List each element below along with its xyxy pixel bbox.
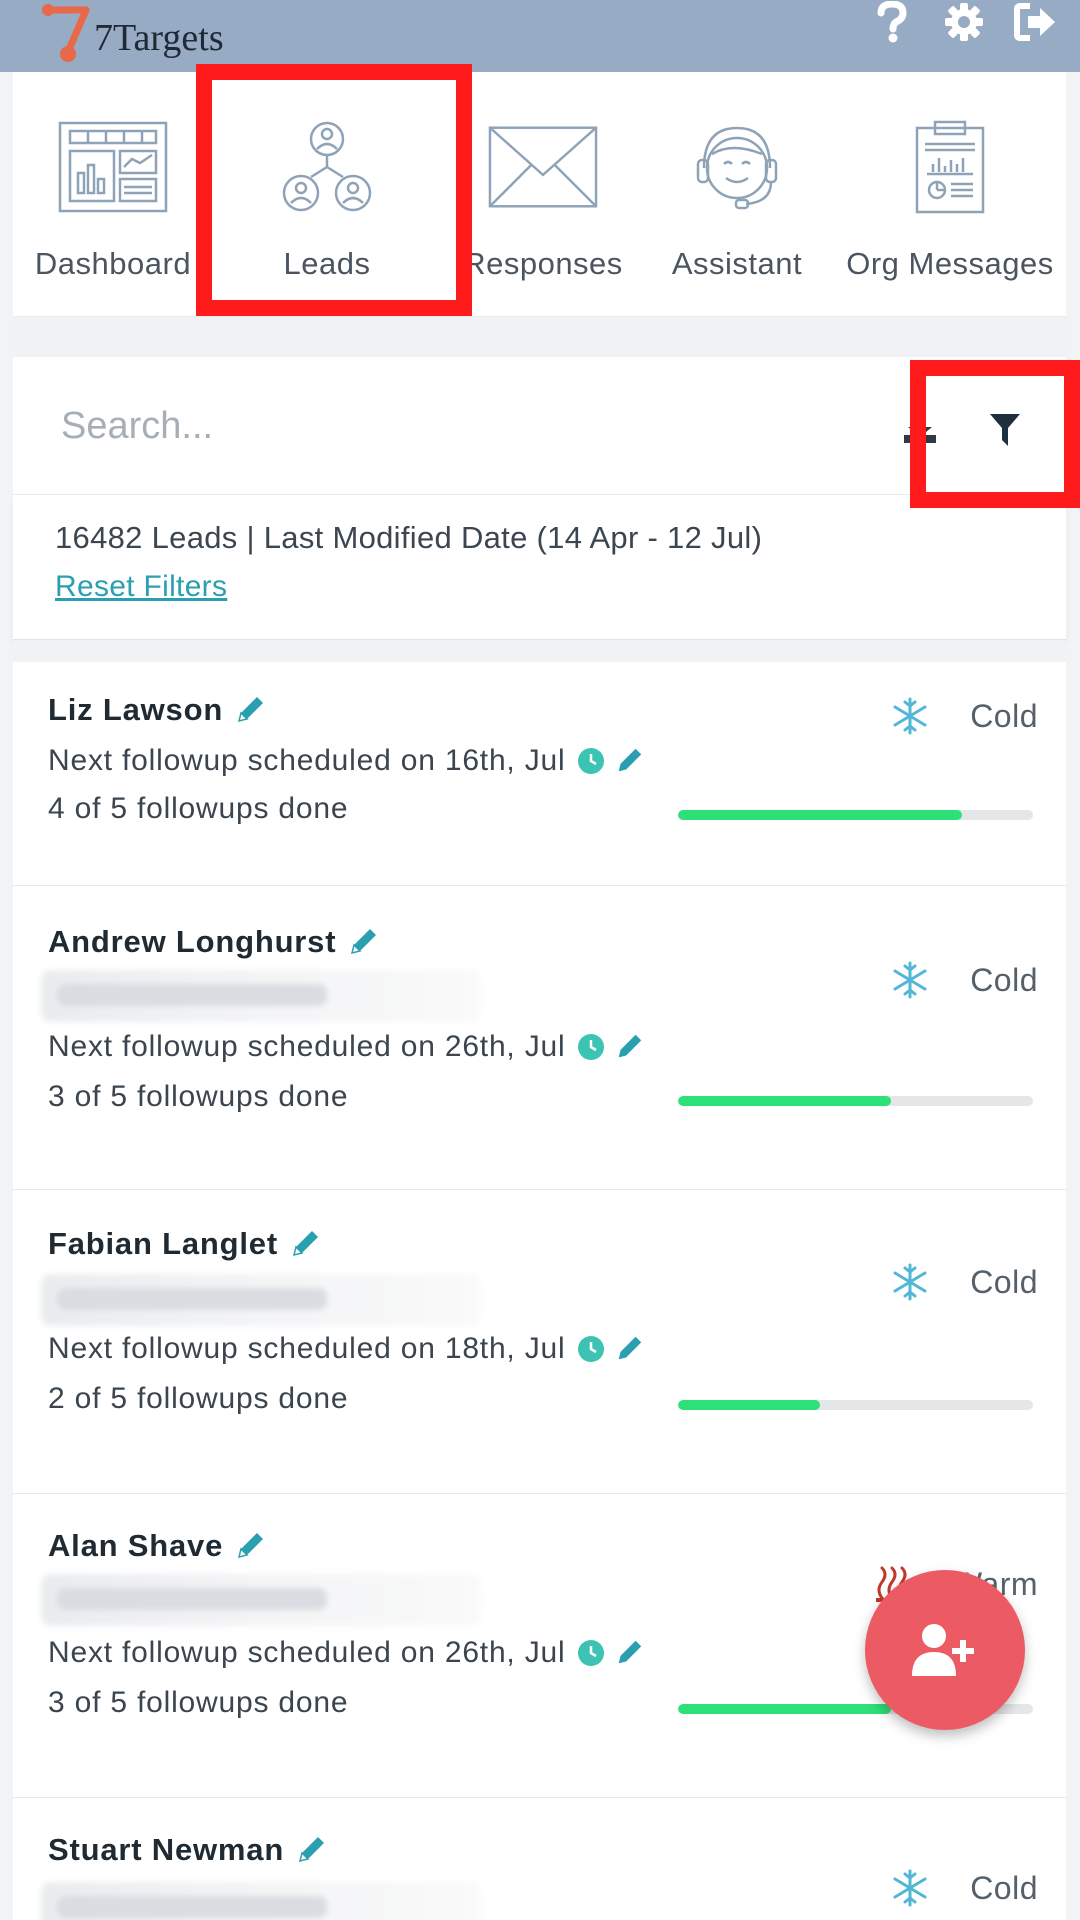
edit-pencil-icon[interactable]	[233, 1529, 267, 1563]
snowflake-icon	[893, 1263, 927, 1301]
nav-label-dashboard: Dashboard	[34, 246, 192, 281]
phone-number-blurred	[41, 970, 481, 1022]
section-gap-2	[13, 640, 1066, 662]
section-gap	[13, 317, 1066, 357]
edit-followup-icon[interactable]	[613, 1333, 645, 1365]
headset-assistant-icon	[696, 126, 778, 210]
followups-done: 3 of 5 followups done	[48, 1080, 349, 1113]
app-name: 7Targets	[94, 17, 224, 59]
edit-pencil-icon[interactable]	[288, 1227, 322, 1261]
progress-fill	[678, 1704, 891, 1714]
lead-list: Liz Lawson Cold Next followup scheduled …	[13, 662, 1066, 1920]
snowflake-icon	[893, 697, 927, 735]
nav-label-org-messages: Org Messages	[846, 246, 1054, 281]
search-input[interactable]	[61, 395, 841, 457]
progress-fill	[678, 1096, 891, 1106]
lead-row[interactable]: Liz Lawson Cold Next followup scheduled …	[13, 662, 1066, 886]
lead-status: Cold	[970, 1263, 1038, 1300]
phone-number-blurred	[41, 1274, 481, 1326]
edit-followup-icon[interactable]	[613, 1637, 645, 1669]
highlight-box-leads	[196, 64, 472, 316]
snowflake-icon	[893, 961, 927, 999]
lead-name: Alan Shave	[48, 1528, 224, 1563]
add-lead-button[interactable]	[865, 1570, 1025, 1730]
clock-icon	[578, 1336, 605, 1362]
lead-row[interactable]: Andrew Longhurst Cold Next followup sche…	[13, 886, 1066, 1190]
clock-icon	[578, 748, 605, 774]
lead-count-summary: 16482 Leads | Last Modified Date (14 Apr…	[55, 520, 763, 555]
help-icon[interactable]	[870, 0, 914, 44]
edit-followup-icon[interactable]	[613, 1031, 645, 1063]
clipboard-report-icon	[915, 120, 985, 214]
followups-done: 3 of 5 followups done	[48, 1686, 349, 1719]
highlight-box-filter	[910, 360, 1080, 508]
followup-text: Next followup scheduled on 26th, Jul	[48, 1030, 566, 1063]
lead-status: Cold	[970, 1869, 1038, 1906]
phone-number-blurred	[41, 1574, 481, 1626]
lead-name: Fabian Langlet	[48, 1226, 278, 1261]
edit-followup-icon[interactable]	[613, 745, 645, 777]
clock-icon	[578, 1034, 605, 1060]
progress-fill	[678, 1400, 820, 1410]
lead-summary: 16482 Leads | Last Modified Date (14 Apr…	[13, 498, 1066, 640]
followup-text: Next followup scheduled on 18th, Jul	[48, 1332, 566, 1365]
search-bar	[13, 357, 1066, 495]
lead-status: Cold	[970, 961, 1038, 998]
lead-name: Stuart Newman	[48, 1832, 285, 1867]
lead-name: Andrew Longhurst	[48, 924, 337, 959]
edit-pencil-icon[interactable]	[294, 1833, 328, 1867]
frame-right	[1066, 72, 1080, 1920]
reset-filters-link[interactable]: Reset Filters	[55, 570, 227, 604]
followup-text: Next followup scheduled on 16th, Jul	[48, 744, 566, 777]
clock-icon	[578, 1640, 605, 1666]
followup-progress-bar	[678, 1096, 1033, 1106]
lead-name: Liz Lawson	[48, 692, 224, 727]
dashboard-icon	[58, 121, 168, 213]
nav-item-dashboard[interactable]: Dashboard	[3, 112, 223, 312]
logout-icon[interactable]	[1014, 0, 1058, 44]
main-nav: Dashboard Leads Responses Assistant Org …	[13, 72, 1066, 317]
gear-icon[interactable]	[942, 0, 986, 44]
followup-progress-bar	[678, 810, 1033, 820]
followups-done: 2 of 5 followups done	[48, 1382, 349, 1415]
lead-status: Cold	[970, 697, 1038, 734]
edit-pencil-icon[interactable]	[346, 925, 380, 959]
envelope-icon	[488, 126, 598, 208]
followup-progress-bar	[678, 1400, 1033, 1410]
app-logo[interactable]: 7Targets	[40, 0, 224, 70]
progress-fill	[678, 810, 962, 820]
add-user-icon	[912, 1624, 974, 1676]
phone-number-blurred	[41, 1882, 481, 1920]
nav-item-assistant[interactable]: Assistant	[627, 112, 847, 312]
nav-item-org-messages[interactable]: Org Messages	[840, 112, 1060, 312]
lead-row[interactable]: Stuart Newman Cold	[13, 1798, 1066, 1920]
edit-pencil-icon[interactable]	[233, 693, 267, 727]
top-bar: 7Targets	[0, 0, 1080, 72]
nav-label-assistant: Assistant	[671, 246, 803, 281]
frame-left	[0, 72, 13, 1920]
followups-done: 4 of 5 followups done	[48, 792, 349, 825]
followup-text: Next followup scheduled on 26th, Jul	[48, 1636, 566, 1669]
lead-row[interactable]: Fabian Langlet Cold Next followup schedu…	[13, 1190, 1066, 1494]
logo-mark-icon	[42, 4, 90, 62]
snowflake-icon	[893, 1869, 927, 1907]
